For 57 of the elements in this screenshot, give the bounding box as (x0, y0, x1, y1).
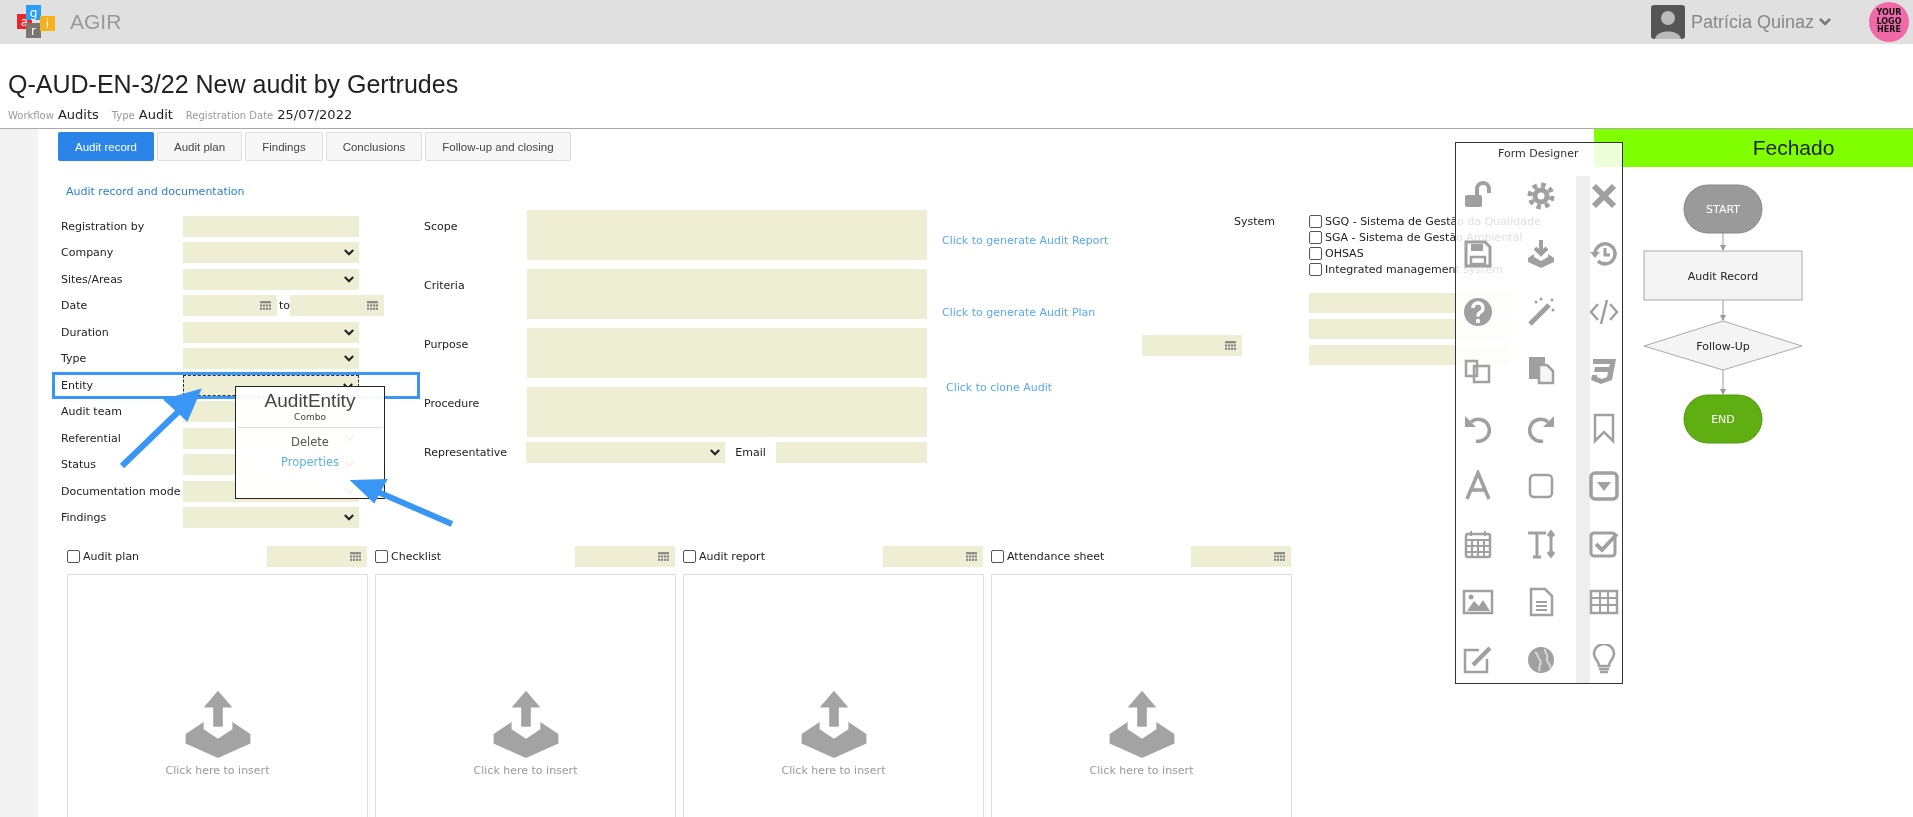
decision-node[interactable]: Follow-Up (1643, 320, 1803, 371)
meta-label: Workflow (8, 110, 54, 121)
field-label: Criteria (424, 278, 466, 294)
link[interactable]: Click to generate Audit Plan (942, 306, 1096, 319)
checkbox-option[interactable]: Attendance sheet (991, 549, 1105, 563)
field-label: Status (61, 458, 98, 472)
meta-label: Type (111, 110, 135, 121)
field-label: Email (735, 446, 766, 459)
field-label: Scope (424, 219, 459, 235)
start-node[interactable]: START (1683, 184, 1763, 234)
meta-value: Audit (138, 107, 173, 122)
field-label: Findings (61, 511, 108, 525)
field-label: Type (61, 352, 88, 366)
end-node[interactable]: END (1683, 394, 1763, 444)
upload-area[interactable]: Click here to insert (991, 574, 1292, 817)
field-label: Documentation mode (61, 484, 182, 498)
range-label: to (279, 299, 289, 313)
meta-label: Registration Date (185, 110, 274, 121)
field-label: System (1234, 214, 1277, 228)
menu-item[interactable]: Properties (272, 452, 348, 472)
checkbox-option[interactable]: Audit plan (67, 549, 140, 563)
panel-title: Form Designer (1498, 147, 1579, 160)
tab[interactable]: Follow-up and closing (425, 132, 571, 161)
tab[interactable]: Audit plan (157, 132, 243, 161)
step-node[interactable]: Audit Record (1643, 250, 1803, 301)
checkbox-option[interactable]: OHSAS (1309, 245, 1541, 261)
record-title: Q-AUD-EN-3/22 New audit by Gertrudes (8, 70, 460, 99)
field-label: Registration by (61, 219, 146, 233)
checkbox-option[interactable]: Audit report (683, 549, 765, 563)
field-label: Sites/Areas (61, 272, 124, 286)
field-label: Purpose (424, 337, 470, 353)
upload-area[interactable]: Click here to insert (375, 574, 676, 817)
tab[interactable]: Conclusions (325, 132, 423, 161)
status-banner: Fechado (1594, 129, 1913, 167)
field-label: Referential (61, 431, 122, 445)
link[interactable]: Click to generate Audit Report (942, 234, 1109, 247)
tab[interactable]: Audit record (58, 132, 154, 161)
field-label: Audit team (61, 405, 123, 419)
section-link[interactable]: Audit record and documentation (66, 185, 245, 198)
field-label: Company (61, 246, 115, 260)
upload-area[interactable]: Click here to insert (683, 574, 984, 817)
upload-area[interactable]: Click here to insert (67, 574, 368, 817)
field-label: Representative (424, 446, 509, 459)
field-label: Procedure (424, 396, 481, 412)
menu-subtitle: Combo (294, 412, 326, 422)
tab[interactable]: Findings (245, 132, 323, 161)
user-menu[interactable]: Patrícia Quinaz (1690, 11, 1814, 33)
meta-value: 25/07/2022 (277, 107, 353, 122)
field-label: Entity (61, 378, 95, 392)
link[interactable]: Click to clone Audit (946, 381, 1053, 394)
meta-value: Audits (57, 107, 99, 122)
company-logo: YOUR LOGO HERE (1869, 2, 1909, 42)
field-label: Duration (61, 325, 110, 339)
checkbox-option[interactable]: Checklist (375, 549, 441, 563)
app-name: AGIR (70, 10, 122, 34)
menu-item[interactable]: Delete (283, 432, 337, 452)
field-label: Date (61, 299, 89, 313)
